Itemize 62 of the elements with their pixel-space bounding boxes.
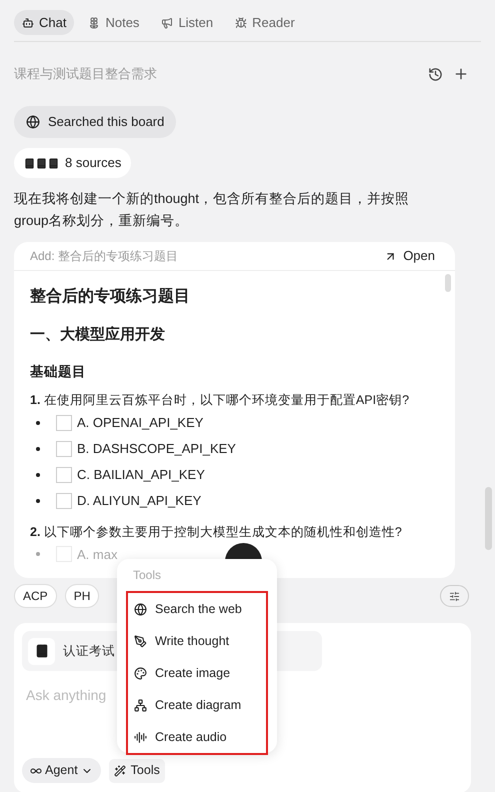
megaphone-icon <box>161 16 174 28</box>
globe-icon <box>26 115 40 129</box>
bullet-icon <box>36 472 40 476</box>
page-scrollbar[interactable] <box>485 487 492 550</box>
menu-item[interactable]: Create audio <box>128 721 266 753</box>
quick-chip[interactable]: PH <box>64 584 100 608</box>
bullet-icon <box>36 498 40 502</box>
option-label: D. ALIYUN_API_KEY <box>77 492 202 510</box>
bullet-icon <box>36 420 40 424</box>
option-label: A. max <box>77 546 118 564</box>
option-label: B. DASHSCOPE_API_KEY <box>77 440 236 458</box>
sources-count: 8 sources <box>65 154 122 172</box>
menu-item[interactable]: Create image <box>128 657 266 689</box>
tab[interactable]: Reader <box>227 10 303 35</box>
checkbox[interactable] <box>56 466 72 482</box>
section-heading: 一、大模型应用开发 <box>30 325 166 345</box>
quick-chip[interactable]: ACP <box>14 584 57 608</box>
question-text: 1. 在使用阿里云百炼平台时，以下哪个环境变量用于配置API密钥? <box>30 392 410 409</box>
assistant-message: 现在我将创建一个新的thought，包含所有整合后的题目，并按照group名称划分，重新编号。 <box>14 190 410 230</box>
checkbox[interactable] <box>56 414 72 430</box>
diagram-icon <box>134 698 147 712</box>
menu-item[interactable]: Create diagram <box>128 689 266 721</box>
wand-icon <box>114 764 126 776</box>
books-icon <box>24 158 59 168</box>
sources-chip[interactable]: 8 sources <box>14 148 132 178</box>
search-chip[interactable]: Searched this board <box>14 106 176 138</box>
new-chat-icon[interactable] <box>453 66 469 82</box>
open-button[interactable]: Open <box>384 246 439 266</box>
bullet-icon <box>36 552 40 556</box>
scrollbar-thumb[interactable] <box>445 274 451 292</box>
bug-icon <box>235 16 248 28</box>
menu-item[interactable]: Write thought <box>128 625 266 657</box>
tab[interactable]: Chat <box>14 10 74 35</box>
mode-dropdown[interactable]: Agent <box>22 758 101 783</box>
menu-heading: Tools <box>132 567 162 584</box>
audio-icon <box>134 730 147 744</box>
conversation-title: 课程与测试题目整合需求 <box>14 65 157 84</box>
tools-button[interactable]: Tools <box>108 758 165 782</box>
checkbox[interactable] <box>56 440 72 456</box>
card-header: Add: 整合后的专项练习题目 <box>30 248 178 265</box>
flower-icon <box>88 16 100 28</box>
subsection-heading: 基础题目 <box>30 362 87 380</box>
history-icon[interactable] <box>428 66 443 82</box>
checkbox[interactable] <box>56 492 72 508</box>
attachment-name: 认证考试 <box>63 642 115 660</box>
pen-icon <box>134 634 147 648</box>
sliders-icon <box>449 590 460 602</box>
bullet-icon <box>36 446 40 450</box>
settings-button[interactable] <box>440 585 469 607</box>
option-label: C. BAILIAN_API_KEY <box>77 466 205 484</box>
option-label: A. OPENAI_API_KEY <box>77 414 204 432</box>
tab[interactable]: Notes <box>80 10 148 35</box>
chip-label: Searched this board <box>48 113 164 132</box>
document-title: 整合后的专项练习题目 <box>30 286 191 307</box>
tab[interactable]: Listen <box>153 10 222 35</box>
question-text: 2. 以下哪个参数主要用于控制大模型生成文本的随机性和创造性? <box>30 524 403 540</box>
robot-icon <box>22 16 34 28</box>
palette-icon <box>134 666 147 680</box>
menu-item[interactable]: Search the web <box>128 593 266 625</box>
book-icon <box>34 644 48 658</box>
message-input[interactable]: Ask anything <box>26 685 106 706</box>
globe-icon <box>134 602 147 616</box>
